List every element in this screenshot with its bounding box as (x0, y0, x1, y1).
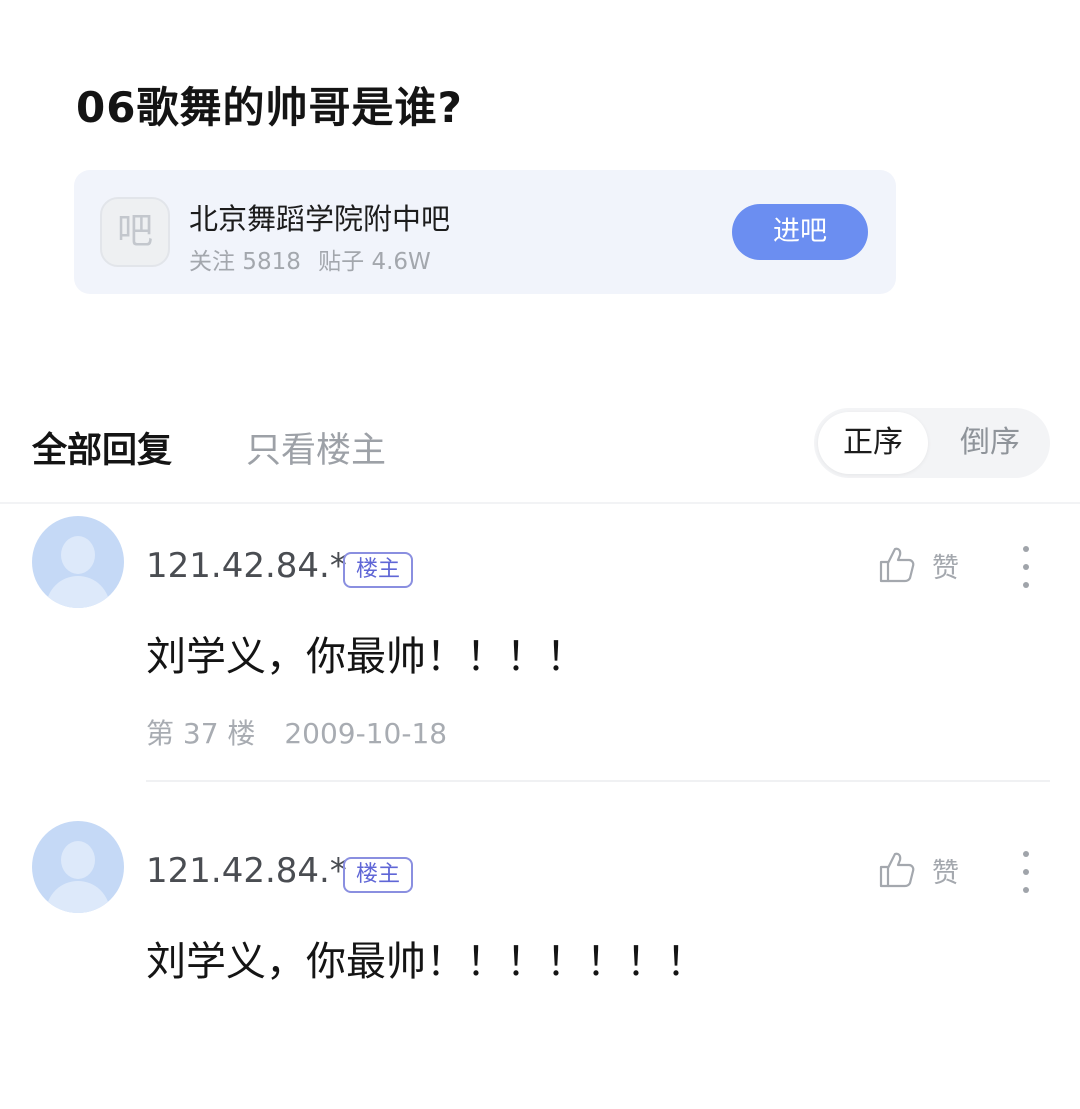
forum-followers: 关注 5818 (189, 249, 301, 275)
thumbs-up-icon (879, 547, 915, 583)
op-badge: 楼主 (343, 552, 413, 588)
more-vertical-icon[interactable] (1012, 849, 1040, 895)
more-vertical-icon[interactable] (1012, 544, 1040, 590)
tab-all-replies[interactable]: 全部回复 (32, 422, 172, 473)
reply-tabs-bar: 全部回复 只看楼主 正序 倒序 (0, 400, 1080, 500)
sort-ascending-button[interactable]: 正序 (818, 412, 928, 474)
reply-date: 2009-10-18 (284, 717, 448, 750)
thumbs-up-icon (879, 852, 915, 888)
post-title: 06歌舞的帅哥是谁? (76, 83, 463, 132)
like-button[interactable]: 赞 (878, 542, 968, 588)
reply-content: 刘学义，你最帅！！！！！！！ (146, 939, 706, 985)
tab-op-only[interactable]: 只看楼主 (246, 422, 386, 473)
forum-card[interactable]: 吧 北京舞蹈学院附中吧 关注 5818 贴子 4.6W 进吧 (74, 170, 896, 294)
sort-descending-button[interactable]: 倒序 (938, 412, 1042, 474)
reply-username[interactable]: 121.42.84.* (146, 851, 347, 891)
reply-meta: 第 37 楼 2009-10-18 (146, 712, 467, 752)
like-label: 赞 (932, 858, 959, 889)
divider (146, 780, 1050, 782)
op-badge: 楼主 (343, 857, 413, 893)
default-user-avatar-icon[interactable] (32, 516, 124, 608)
reply-item: 121.42.84.* 楼主 赞 刘学义，你最帅！！！！！！！ (0, 809, 1080, 1109)
reply-floor: 第 37 楼 (146, 717, 256, 750)
like-button[interactable]: 赞 (878, 847, 968, 893)
like-label: 赞 (932, 553, 959, 584)
forum-name: 北京舞蹈学院附中吧 (189, 202, 451, 236)
default-user-avatar-icon[interactable] (32, 821, 124, 913)
reply-content: 刘学义，你最帅！！！！ (146, 634, 586, 680)
reply-item: 121.42.84.* 楼主 赞 刘学义，你最帅！！！！ 第 37 楼 2009… (0, 504, 1080, 804)
forum-stats: 关注 5818 贴子 4.6W (189, 242, 441, 276)
sort-toggle: 正序 倒序 (814, 408, 1050, 478)
reply-username[interactable]: 121.42.84.* (146, 546, 347, 586)
forum-avatar-icon: 吧 (100, 197, 170, 267)
forum-posts: 贴子 4.6W (318, 249, 431, 275)
enter-forum-button[interactable]: 进吧 (732, 204, 868, 260)
